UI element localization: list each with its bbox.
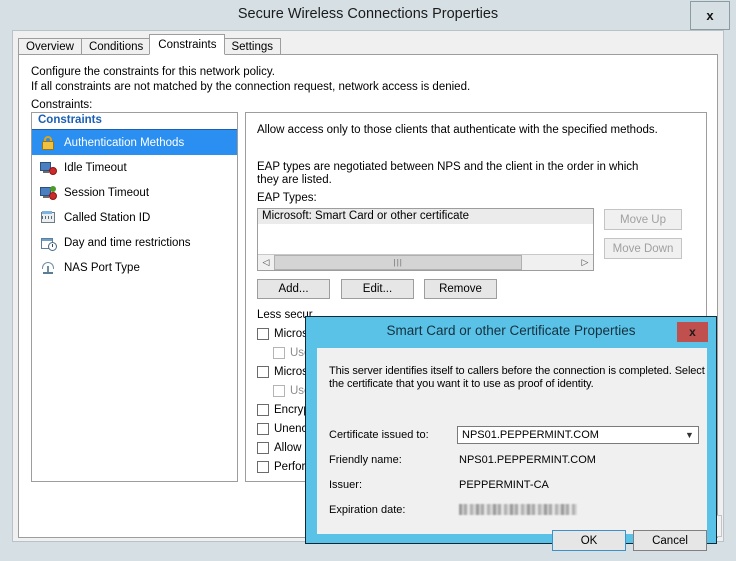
- edit-button[interactable]: Edit...: [341, 279, 414, 299]
- eap-note-line-2: they are listed.: [257, 174, 332, 186]
- horizontal-scrollbar[interactable]: ◁ ||| ▷: [258, 254, 593, 270]
- list-item-label: Authentication Methods: [64, 137, 184, 149]
- lock-icon: [40, 135, 57, 151]
- friendly-name-value: NPS01.PEPPERMINT.COM: [459, 454, 596, 466]
- checkbox-icon[interactable]: [257, 366, 269, 378]
- checkbox-icon[interactable]: [257, 328, 269, 340]
- issuer-value: PEPPERMINT-CA: [459, 479, 549, 491]
- list-item-day-and-time-restrictions[interactable]: Day and time restrictions: [32, 230, 237, 255]
- checkbox-icon[interactable]: [257, 442, 269, 454]
- checkbox-icon[interactable]: [273, 347, 285, 359]
- intro-line-1: Configure the constraints for this netwo…: [31, 66, 275, 78]
- modal-ok-button[interactable]: OK: [552, 530, 626, 551]
- list-item-label: NAS Port Type: [64, 262, 140, 274]
- modal-close-icon[interactable]: x: [676, 321, 709, 343]
- issuer-label: Issuer:: [329, 479, 362, 491]
- scrollbar-track[interactable]: |||: [274, 255, 577, 270]
- list-item-idle-timeout[interactable]: Idle Timeout: [32, 155, 237, 180]
- close-icon[interactable]: x: [690, 1, 730, 30]
- tab-conditions[interactable]: Conditions: [81, 38, 151, 55]
- eap-types-label: EAP Types:: [257, 192, 317, 204]
- add-button[interactable]: Add...: [257, 279, 330, 299]
- tab-strip: Overview Conditions Constraints Settings: [18, 35, 280, 55]
- computer-session-icon: [40, 185, 57, 201]
- list-item-label: Day and time restrictions: [64, 237, 191, 249]
- calendar-clock-icon: [40, 235, 57, 251]
- constraints-label: Constraints:: [31, 99, 92, 111]
- certificate-issued-to-select[interactable]: NPS01.PEPPERMINT.COM ▼: [457, 426, 699, 444]
- scroll-right-icon[interactable]: ▷: [577, 255, 593, 270]
- move-down-button[interactable]: Move Down: [604, 238, 682, 259]
- tab-constraints[interactable]: Constraints: [149, 34, 225, 55]
- tab-settings[interactable]: Settings: [223, 38, 281, 55]
- chevron-down-icon[interactable]: ▼: [681, 430, 698, 440]
- window-titlebar: Secure Wireless Connections Properties x: [0, 0, 736, 29]
- tab-overview[interactable]: Overview: [18, 38, 82, 55]
- modal-body: This server identifies itself to callers…: [317, 348, 707, 534]
- list-item-label: Called Station ID: [64, 212, 150, 224]
- modal-titlebar: Smart Card or other Certificate Properti…: [306, 317, 716, 347]
- modal-paragraph-line-1: This server identifies itself to callers…: [329, 365, 705, 377]
- window-title: Secure Wireless Connections Properties: [0, 6, 736, 22]
- computer-timeout-icon: [40, 160, 57, 176]
- checkbox-icon[interactable]: [257, 461, 269, 473]
- list-item-authentication-methods[interactable]: Authentication Methods: [32, 130, 237, 155]
- intro-line-2: If all constraints are not matched by th…: [31, 81, 470, 93]
- list-item-label: Idle Timeout: [64, 162, 127, 174]
- modal-cancel-button[interactable]: Cancel: [633, 530, 707, 551]
- list-item-nas-port-type[interactable]: NAS Port Type: [32, 255, 237, 280]
- expiration-date-redacted-value: [459, 504, 577, 515]
- certificate-issued-to-value: NPS01.PEPPERMINT.COM: [458, 429, 681, 441]
- checkbox-icon[interactable]: [257, 404, 269, 416]
- modal-title: Smart Card or other Certificate Properti…: [306, 323, 716, 338]
- friendly-name-label: Friendly name:: [329, 454, 402, 466]
- expiration-date-label: Expiration date:: [329, 504, 405, 516]
- eap-type-item[interactable]: Microsoft: Smart Card or other certifica…: [258, 209, 593, 224]
- scrollbar-thumb[interactable]: |||: [274, 255, 522, 270]
- list-item-label: Session Timeout: [64, 187, 149, 199]
- constraints-list[interactable]: Constraints Authentication Methods Idle …: [31, 112, 238, 482]
- move-up-button[interactable]: Move Up: [604, 209, 682, 230]
- scroll-left-icon[interactable]: ◁: [258, 255, 274, 270]
- constraints-list-header: Constraints: [32, 113, 237, 130]
- checkbox-icon[interactable]: [273, 385, 285, 397]
- checkbox-icon[interactable]: [257, 423, 269, 435]
- list-item-called-station-id[interactable]: Called Station ID: [32, 205, 237, 230]
- remove-button[interactable]: Remove: [424, 279, 497, 299]
- antenna-icon: [40, 260, 57, 276]
- keypad-icon: [40, 210, 57, 226]
- eap-note-line-1: EAP types are negotiated between NPS and…: [257, 161, 638, 173]
- smart-card-certificate-properties-dialog: Smart Card or other Certificate Properti…: [305, 316, 717, 544]
- detail-description: Allow access only to those clients that …: [257, 124, 658, 136]
- list-item-session-timeout[interactable]: Session Timeout: [32, 180, 237, 205]
- certificate-issued-to-label: Certificate issued to:: [329, 429, 429, 441]
- modal-paragraph-line-2: the certificate that you want it to use …: [329, 378, 594, 390]
- eap-types-listbox[interactable]: Microsoft: Smart Card or other certifica…: [257, 208, 594, 271]
